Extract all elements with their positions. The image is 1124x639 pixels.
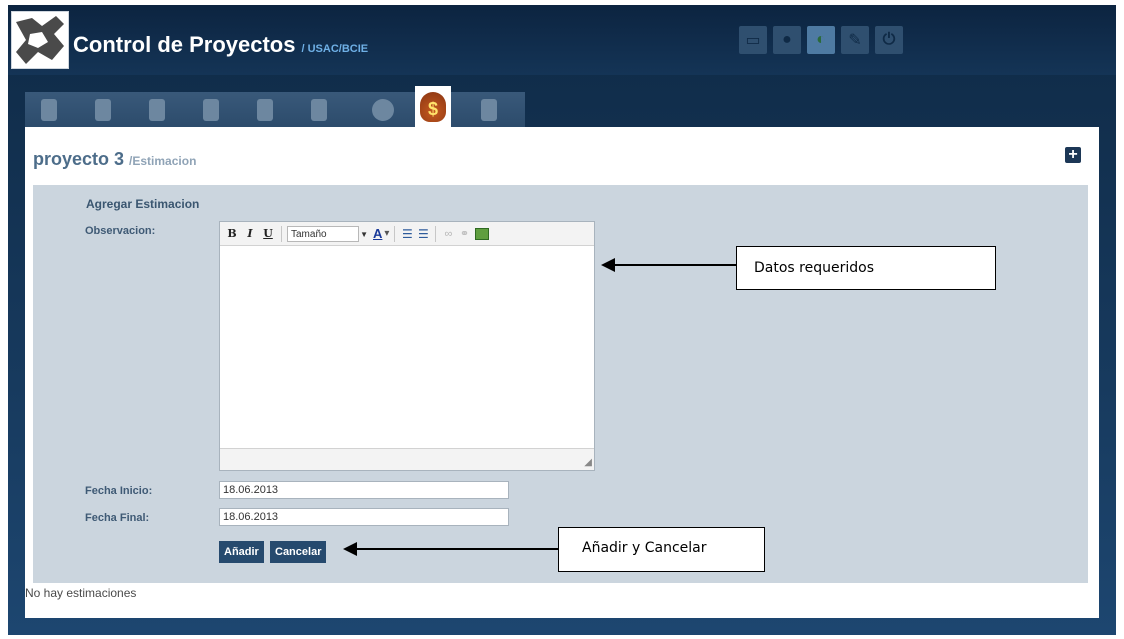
tab-clock-icon[interactable] <box>365 94 401 126</box>
monitor-icon[interactable]: ▭ <box>739 26 767 54</box>
header-bar: Control de Proyectos / USAC/BCIE ▭ ● ◐ ✎ … <box>8 5 1116 75</box>
editor-statusbar: ◢ <box>220 448 594 470</box>
callout-datos-requeridos: Datos requeridos <box>736 246 996 290</box>
arrow-left-icon <box>601 258 615 272</box>
app-title-text: Control de Proyectos <box>73 32 296 57</box>
underline-button[interactable]: U <box>260 227 276 240</box>
add-button[interactable]: Añadir <box>219 541 264 563</box>
unordered-list-icon[interactable]: ☰ <box>400 227 414 241</box>
arrow-left-icon <box>343 542 357 556</box>
wrench-icon[interactable]: ✎ <box>841 26 869 54</box>
arrow-line <box>614 264 736 266</box>
font-color-dropdown-icon[interactable]: ▾ <box>384 228 389 239</box>
tab-network-icon[interactable] <box>31 94 67 126</box>
callout-anadir-cancelar: Añadir y Cancelar <box>558 527 765 572</box>
toolbar-divider <box>435 225 437 242</box>
page-subtitle: /Estimacion <box>129 154 197 168</box>
observacion-label: Observacion: <box>85 225 156 237</box>
app-title: Control de Proyectos / USAC/BCIE <box>73 32 368 58</box>
font-size-select[interactable]: Tamaño ▼ <box>287 225 368 242</box>
page-title: proyecto 3 /Estimacion <box>33 149 196 170</box>
fecha-inicio-label: Fecha Inicio: <box>85 485 153 497</box>
observacion-editor: B I U Tamaño ▼ A ▾ ☰ ☰ ∞ ⚭ ◢ <box>219 221 595 471</box>
form-heading: Agregar Estimacion <box>86 197 200 211</box>
editor-toolbar: B I U Tamaño ▼ A ▾ ☰ ☰ ∞ ⚭ <box>220 222 594 246</box>
tab-save-icon[interactable] <box>247 94 283 126</box>
empty-state-message: No hay estimaciones <box>25 586 137 600</box>
logo-graphic <box>16 16 64 64</box>
editor-text-area[interactable] <box>220 247 594 448</box>
unlink-icon[interactable]: ⚭ <box>457 227 471 240</box>
top-icon-bar: ▭ ● ◐ ✎ ⏻ <box>739 26 903 54</box>
insert-image-icon[interactable] <box>475 227 490 240</box>
tab-money-bag-icon[interactable]: $ <box>415 86 451 128</box>
app-subtitle: / USAC/BCIE <box>301 43 369 55</box>
resize-handle-icon[interactable]: ◢ <box>584 457 592 468</box>
italic-button[interactable]: I <box>242 227 258 240</box>
bold-button[interactable]: B <box>224 227 240 240</box>
link-icon[interactable]: ∞ <box>441 228 455 240</box>
tab-clipboard-icon[interactable] <box>471 94 507 126</box>
cancel-button[interactable]: Cancelar <box>270 541 327 563</box>
globe-icon[interactable]: ◐ <box>807 26 835 54</box>
fecha-inicio-field[interactable] <box>219 481 509 499</box>
toolbar-divider <box>281 225 282 242</box>
chevron-down-icon: ▼ <box>360 229 368 239</box>
tab-phonebook-icon[interactable] <box>301 94 337 126</box>
tab-calendar-icon[interactable] <box>85 94 121 126</box>
user-icon[interactable]: ● <box>773 26 801 54</box>
power-icon[interactable]: ⏻ <box>875 26 903 54</box>
app-logo <box>11 11 69 69</box>
font-color-button[interactable]: A <box>373 226 382 241</box>
module-tabs: $ <box>25 86 525 128</box>
fecha-final-field[interactable] <box>219 508 509 526</box>
ordered-list-icon[interactable]: ☰ <box>416 227 430 241</box>
money-bag-icon: $ <box>420 92 446 122</box>
add-estimate-icon[interactable]: + <box>1065 147 1081 163</box>
tab-checklist-icon[interactable] <box>139 94 175 126</box>
arrow-line <box>356 548 558 550</box>
project-name: proyecto 3 <box>33 149 125 169</box>
fecha-final-label: Fecha Final: <box>85 512 150 524</box>
toolbar-divider <box>394 225 396 242</box>
estimate-form-panel: Agregar Estimacion Observacion: B I U Ta… <box>33 185 1088 583</box>
tab-edit-icon[interactable] <box>193 94 229 126</box>
